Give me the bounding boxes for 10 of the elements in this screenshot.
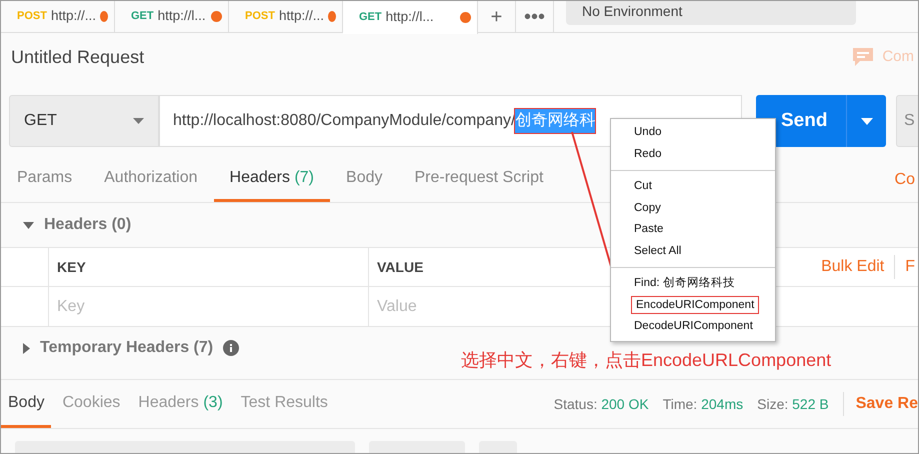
status-label: Time: (662, 396, 698, 412)
status-label: Size: (757, 396, 788, 412)
request-title: Untitled Request (11, 46, 144, 69)
column-header: KEY (57, 258, 86, 276)
annotation-text: 选择中文，右键，点击EncodeURLComponent (461, 349, 832, 372)
status-value: 204ms (701, 396, 744, 412)
column-header: VALUE (376, 258, 424, 276)
status-value: 522 B (792, 396, 829, 412)
status-value: 200 OK (601, 396, 649, 412)
status-label: Status: (554, 396, 598, 412)
